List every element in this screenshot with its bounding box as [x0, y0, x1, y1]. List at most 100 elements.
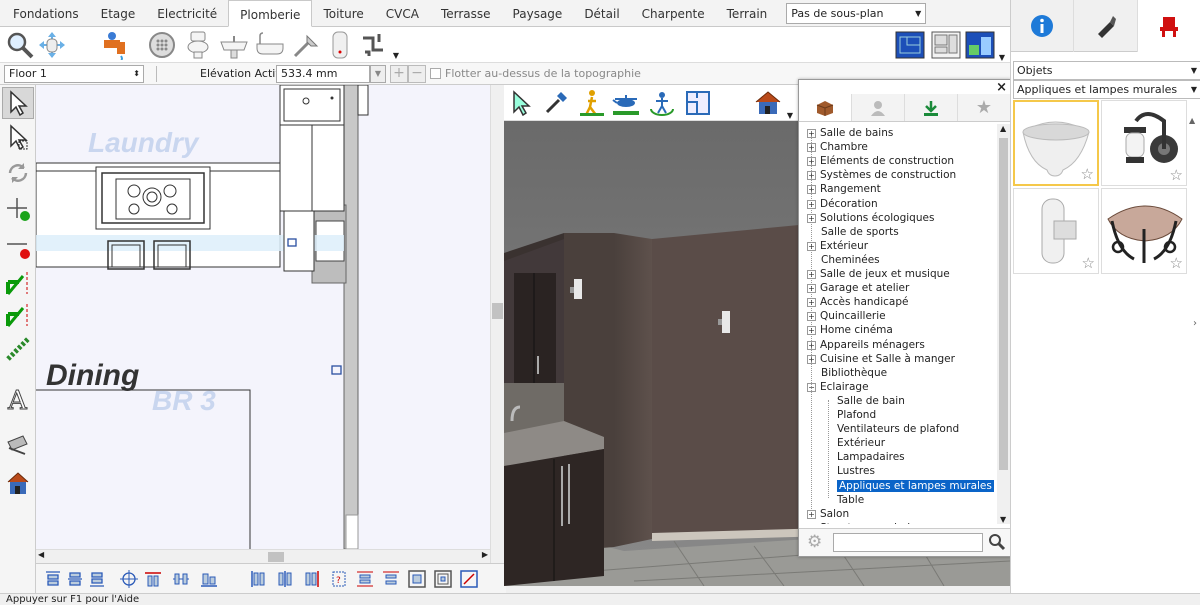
- add-point-icon[interactable]: [2, 193, 34, 225]
- plan-vertical-scrollbar[interactable]: [490, 85, 504, 563]
- tree-item[interactable]: + Eléments de construction: [807, 154, 954, 168]
- break-line-icon[interactable]: [2, 267, 34, 299]
- layout-view-icon[interactable]: [930, 29, 962, 61]
- library-item-wrought-iron-sconce[interactable]: ☆: [1101, 188, 1187, 274]
- expand-icon[interactable]: +: [807, 326, 816, 336]
- tree-item[interactable]: + Cuisine et Salle à manger: [807, 352, 955, 366]
- align-bottom-icon[interactable]: [88, 570, 106, 588]
- distribute-vertical-icon[interactable]: ?: [330, 570, 348, 588]
- plan-horizontal-scrollbar[interactable]: ◀ ▶: [36, 549, 490, 563]
- space-fixed-icon[interactable]: [382, 570, 400, 588]
- expand-icon[interactable]: +: [807, 185, 816, 195]
- favorite-star-icon[interactable]: ☆: [1170, 254, 1183, 272]
- center-in-room-icon[interactable]: [408, 570, 426, 588]
- text-tool-icon[interactable]: A: [2, 383, 34, 415]
- tab-9[interactable]: Charpente: [631, 0, 716, 26]
- expand-icon[interactable]: +: [807, 241, 816, 251]
- tree-item[interactable]: + Salle de bains: [807, 126, 893, 140]
- elevation-dropdown-button[interactable]: ▼: [370, 65, 386, 83]
- elevation-increase-button[interactable]: +: [390, 65, 408, 83]
- scroll-thumb[interactable]: [999, 138, 1008, 470]
- tree-item[interactable]: Ventilateurs de plafond: [837, 422, 959, 436]
- tab-6[interactable]: Terrasse: [430, 0, 502, 26]
- floor-plan-2d[interactable]: Laundry BR 3 Dining: [36, 85, 490, 549]
- center-on-wall-icon[interactable]: [434, 570, 452, 588]
- tree-item[interactable]: + Extérieur: [807, 239, 868, 253]
- tree-item[interactable]: Cheminées: [821, 253, 880, 267]
- expand-icon[interactable]: +: [807, 199, 816, 209]
- tree-item[interactable]: + Accès handicapé: [807, 295, 908, 309]
- pen-tab[interactable]: [1074, 0, 1138, 52]
- tab-8[interactable]: Détail: [573, 0, 630, 26]
- select-3d-icon[interactable]: [506, 87, 538, 119]
- category-select[interactable]: Appliques et lampes murales ▼: [1013, 80, 1200, 99]
- library-item-ceiling-sconce[interactable]: ☆: [1013, 100, 1099, 186]
- tree-item[interactable]: + Home cinéma: [807, 323, 893, 337]
- space-evenly-icon[interactable]: [356, 570, 374, 588]
- rotate-icon[interactable]: [2, 157, 34, 189]
- favorite-star-icon[interactable]: ☆: [1081, 165, 1094, 183]
- align-middle-icon[interactable]: [66, 570, 84, 588]
- eyedropper-icon[interactable]: [540, 87, 572, 119]
- tree-item[interactable]: Table: [837, 493, 864, 507]
- join-line-icon[interactable]: [2, 299, 34, 331]
- object-type-select[interactable]: Objets ▼: [1013, 61, 1200, 80]
- shower-icon[interactable]: [290, 29, 322, 61]
- favorite-star-icon[interactable]: ☆: [1082, 254, 1095, 272]
- tree-item[interactable]: + Garage et atelier: [807, 281, 909, 295]
- expand-icon[interactable]: +: [807, 354, 816, 364]
- scroll-up-icon[interactable]: ▲: [1000, 124, 1006, 133]
- collapse-icon[interactable]: −: [807, 382, 816, 392]
- room-label-laundry[interactable]: Laundry: [88, 127, 198, 159]
- expand-icon[interactable]: +: [807, 340, 816, 350]
- faucet-icon[interactable]: [100, 29, 132, 61]
- tab-5[interactable]: CVCA: [375, 0, 430, 26]
- close-icon[interactable]: ×: [996, 80, 1007, 95]
- gear-icon[interactable]: ⚙: [807, 532, 822, 552]
- tree-item[interactable]: Salle de sports: [821, 225, 899, 239]
- elevation-decrease-button[interactable]: −: [408, 65, 426, 83]
- expand-icon[interactable]: +: [807, 312, 816, 322]
- select-arrow-icon[interactable]: [2, 87, 34, 119]
- scroll-right-icon[interactable]: ▶: [482, 550, 488, 559]
- library-search-input[interactable]: [833, 533, 983, 552]
- tree-item[interactable]: + Décoration: [807, 197, 878, 211]
- tab-4[interactable]: Toiture: [312, 0, 374, 26]
- scroll-left-icon[interactable]: ◀: [38, 550, 44, 559]
- pan-icon[interactable]: [36, 29, 68, 61]
- tab-0[interactable]: Fondations: [2, 0, 90, 26]
- center-both-icon[interactable]: [120, 570, 138, 588]
- library-tab-download[interactable]: [905, 94, 958, 121]
- select-element-icon[interactable]: [2, 121, 34, 153]
- furniture-tab[interactable]: [1137, 0, 1200, 52]
- house-3d-icon[interactable]: [2, 467, 34, 499]
- floor-selector[interactable]: Floor 1 ⬍: [4, 65, 144, 83]
- tree-item[interactable]: Plafond: [837, 408, 876, 422]
- pipe-icon[interactable]: [358, 29, 390, 61]
- expand-icon[interactable]: +: [807, 270, 816, 279]
- align-right-icon[interactable]: [302, 570, 320, 588]
- tree-item[interactable]: Salle de bain: [837, 394, 905, 408]
- expand-icon[interactable]: +: [807, 509, 816, 519]
- library-item-lantern-sconce[interactable]: ☆: [1101, 100, 1187, 186]
- drain-icon[interactable]: [146, 29, 178, 61]
- delete-point-icon[interactable]: [2, 231, 34, 263]
- search-icon[interactable]: [988, 533, 1006, 551]
- library-tab-favorites[interactable]: ★: [958, 94, 1010, 121]
- tree-item[interactable]: +Structures en bois: [807, 521, 916, 524]
- match-size-icon[interactable]: [460, 570, 478, 588]
- tree-item[interactable]: Appliques et lampes murales: [837, 479, 994, 493]
- tree-item[interactable]: Lustres: [837, 464, 875, 478]
- scroll-thumb[interactable]: [492, 303, 503, 319]
- distribute-horizontal-icon[interactable]: [172, 570, 190, 588]
- align-bottom-edge-icon[interactable]: [200, 570, 218, 588]
- elevation-view-icon[interactable]: [964, 29, 996, 61]
- tree-item[interactable]: + Salon: [807, 507, 849, 521]
- tree-item[interactable]: Bibliothèque: [821, 366, 887, 380]
- expand-icon[interactable]: +: [807, 129, 816, 138]
- tab-7[interactable]: Paysage: [502, 0, 574, 26]
- tab-1[interactable]: Etage: [90, 0, 147, 26]
- camera-icon[interactable]: [2, 429, 34, 461]
- library-tab-user[interactable]: [852, 94, 905, 121]
- tree-item[interactable]: Lampadaires: [837, 450, 905, 464]
